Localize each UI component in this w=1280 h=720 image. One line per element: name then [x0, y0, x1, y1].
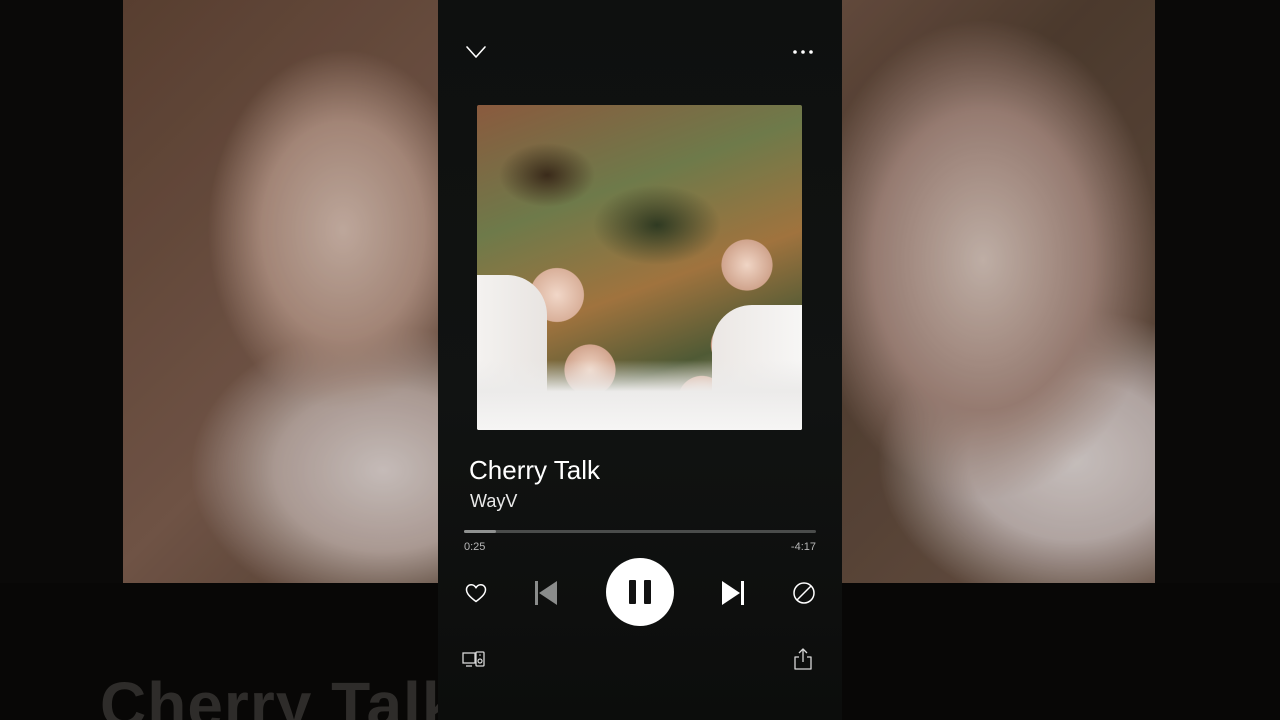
artist-name[interactable]: WayV — [470, 491, 517, 512]
skip-next-icon[interactable] — [720, 580, 746, 606]
artwork-detail-bottom — [477, 360, 802, 430]
block-icon[interactable] — [791, 580, 817, 606]
background-song-title: Cherry Talk — [100, 669, 459, 720]
progress-fill — [464, 530, 496, 533]
song-title[interactable]: Cherry Talk — [469, 455, 600, 486]
share-icon[interactable] — [792, 647, 814, 671]
heart-icon[interactable] — [463, 580, 489, 606]
skip-previous-icon[interactable] — [533, 580, 559, 606]
progress-bar[interactable] — [464, 530, 816, 533]
remaining-time: -4:17 — [790, 541, 816, 553]
chevron-down-icon[interactable] — [464, 40, 488, 64]
pause-button[interactable] — [606, 558, 674, 626]
elapsed-time: 0:25 — [464, 541, 486, 553]
screen: Cherry Talk Cherry Talk WayV 0:25 -4:17 — [0, 0, 1280, 720]
connect-devices-icon[interactable] — [462, 649, 486, 671]
more-options-icon[interactable] — [790, 40, 816, 64]
now-playing-panel: Cherry Talk WayV 0:25 -4:17 — [438, 0, 842, 720]
album-artwork — [477, 105, 802, 430]
pause-icon — [629, 580, 651, 604]
